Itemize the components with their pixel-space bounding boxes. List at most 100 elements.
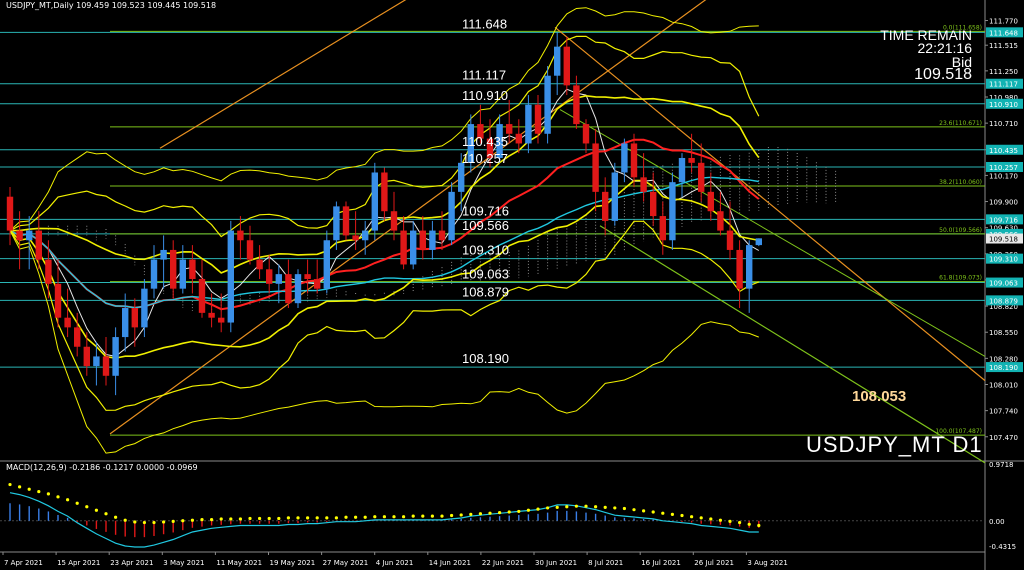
macd-signal-dot (469, 512, 473, 516)
price-label-text: 110.435 (989, 147, 1018, 155)
candle-body (131, 308, 138, 328)
candle-body (669, 182, 676, 241)
price-tick-label: 111.515 (989, 42, 1018, 50)
macd-signal-dot (565, 505, 569, 509)
price-label-text: 108.879 (989, 297, 1018, 305)
candle-body (611, 172, 618, 221)
macd-signal-dot (757, 523, 761, 528)
macd-signal-dot (8, 482, 12, 487)
macd-signal-dot (248, 516, 252, 521)
time-tick-label: 15 Apr 2021 (57, 559, 100, 567)
usdjpy-daily-chart[interactable]: 0.0(111.658)23.6(110.671)38.2(110.060)50… (0, 0, 1024, 570)
bid-value: 109.518 (914, 66, 972, 83)
candle-body (506, 124, 513, 134)
time-tick-label: 8 Jul 2021 (588, 559, 623, 567)
time-tick-label: 7 Apr 2021 (4, 559, 43, 567)
price-tick-label: 108.010 (989, 381, 1018, 389)
candle-body (256, 259, 263, 270)
macd-signal-dot (421, 514, 425, 518)
level-text-label: 111.117 (462, 68, 506, 83)
candle-body (208, 312, 215, 318)
candle-body (659, 216, 666, 241)
candle-body (410, 230, 417, 265)
macd-signal-dot (488, 511, 492, 515)
macd-signal-dot (459, 513, 463, 517)
price-label-text: 109.716 (989, 216, 1018, 224)
target-price-label: 108.053 (852, 388, 907, 405)
time-tick-label: 11 May 2021 (216, 559, 262, 567)
macd-signal-dot (200, 518, 204, 522)
macd-signal-dot (210, 518, 214, 522)
time-tick-label: 30 Jun 2021 (535, 559, 577, 567)
macd-signal-dot (709, 517, 713, 521)
candle-body (150, 259, 158, 289)
candle-body (102, 356, 110, 376)
candle-body (141, 288, 148, 328)
macd-signal-dot (642, 509, 646, 513)
candle-body (93, 356, 100, 367)
macd-tick-label: 0.9718 (989, 461, 1014, 469)
candle-body (54, 283, 62, 318)
macd-signal-dot (267, 516, 271, 521)
candle-body (640, 177, 647, 192)
candle-body (304, 274, 311, 279)
candle-body (573, 85, 580, 125)
macd-signal-dot (718, 518, 723, 522)
macd-signal-dot (680, 513, 684, 518)
macd-signal-dot (555, 505, 559, 509)
price-label-text: 110.910 (989, 101, 1018, 109)
symbol-watermark: USDJPY_MT D1 (806, 432, 983, 457)
candle-body (83, 346, 90, 367)
candle-body (342, 206, 350, 236)
macd-signal-dot (392, 515, 396, 519)
macd-signal-dot (661, 511, 665, 515)
macd-title: MACD(12,26,9) -0.2186 -0.1217 0.0000 -0.… (6, 463, 198, 472)
candle-body (266, 269, 273, 284)
level-text-label: 108.879 (462, 284, 509, 299)
header-info: USDJPY_MT,Daily 109.459 109.523 109.445 … (6, 1, 217, 10)
macd-signal-dot (574, 504, 579, 508)
candle-body (458, 162, 465, 192)
macd-signal-dot (219, 517, 223, 521)
macd-signal-dot (171, 519, 175, 523)
macd-signal-dot (142, 520, 146, 525)
time-tick-label: 3 Aug 2021 (747, 559, 787, 567)
macd-signal-dot (651, 510, 655, 514)
candle-body (352, 235, 359, 241)
price-label-text: 109.310 (989, 256, 1018, 264)
macd-tick-label: -0.4315 (989, 543, 1016, 551)
time-tick-label: 27 May 2021 (323, 559, 369, 567)
candle-body (64, 317, 71, 328)
fib-level-label: 61.8(109.073) (939, 275, 982, 282)
macd-signal-dot (603, 505, 607, 509)
time-tick-label: 19 May 2021 (270, 559, 316, 567)
candle-body (45, 259, 52, 284)
price-label-text: 109.063 (989, 280, 1018, 288)
price-tick-label: 108.550 (989, 329, 1018, 337)
price-tick-label: 109.900 (989, 199, 1018, 207)
candle-body (333, 206, 340, 241)
price-tick-label: 111.250 (989, 68, 1018, 76)
time-tick-label: 16 Jul 2021 (641, 559, 681, 567)
fib-level-label: 50.0(109.566) (939, 227, 982, 234)
level-text-label: 110.910 (462, 88, 508, 103)
time-tick-label: 3 May 2021 (163, 559, 204, 567)
macd-signal-dot (450, 513, 454, 518)
macd-signal-dot (690, 515, 694, 519)
macd-signal-dot (56, 495, 60, 499)
candle-body (227, 230, 234, 323)
price-label-text: 108.190 (989, 364, 1018, 372)
candle-body (16, 230, 23, 241)
fib-level-label: 23.6(110.671) (939, 120, 982, 127)
candle-body (381, 172, 388, 212)
candle-body (736, 249, 743, 289)
candle-body (314, 278, 321, 289)
time-tick-label: 26 Jul 2021 (694, 559, 734, 567)
price-label-text: 111.117 (989, 81, 1018, 89)
candle-body (112, 337, 119, 376)
candle-body (179, 259, 186, 289)
time-tick-label: 4 Jun 2021 (376, 559, 414, 567)
macd-signal-dot (229, 517, 233, 521)
macd-signal-dot (517, 509, 521, 514)
macd-signal-dot (613, 506, 617, 510)
